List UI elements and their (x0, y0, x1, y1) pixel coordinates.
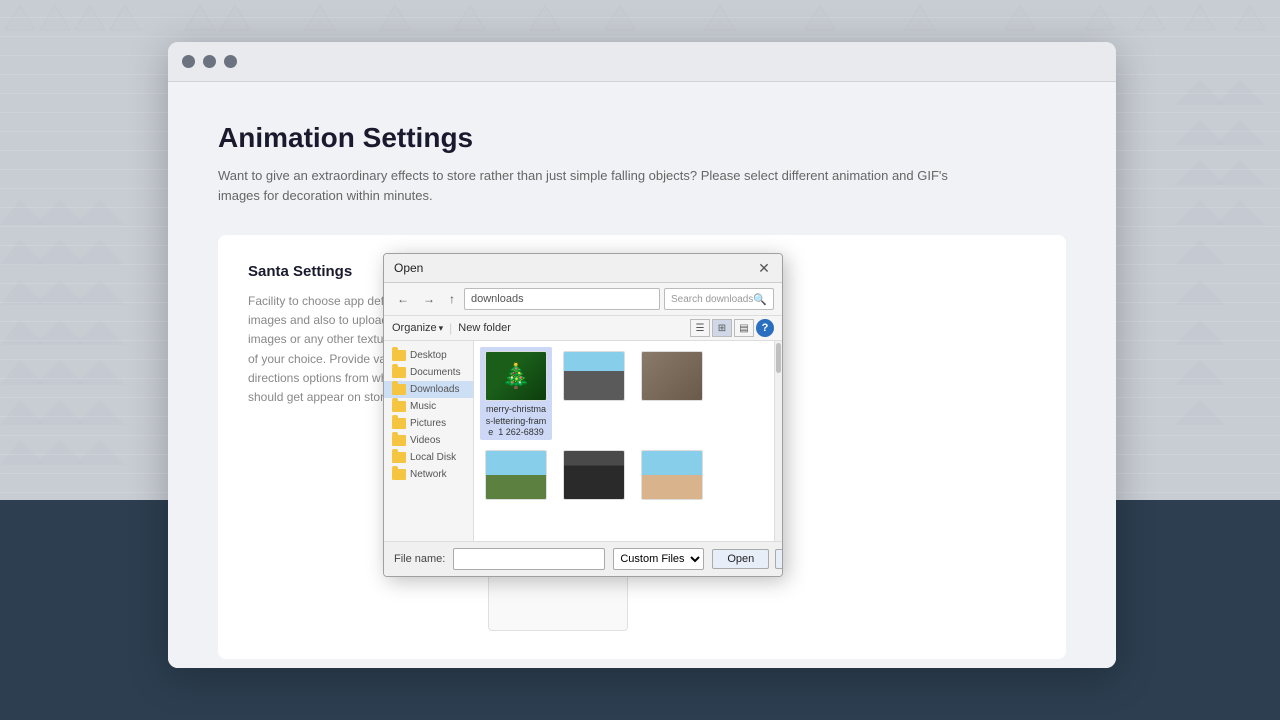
open-button[interactable]: Open (712, 549, 769, 569)
left-panel: Animation Settings Want to give an extra… (168, 82, 1116, 668)
search-icon: 🔍 (753, 293, 767, 306)
search-placeholder: Search downloads (671, 294, 753, 305)
nav-item-desktop[interactable]: Desktop (384, 347, 473, 364)
title-bar (168, 42, 1116, 82)
dialog-close-button[interactable]: ✕ (756, 260, 772, 276)
scrollbar-track[interactable] (774, 341, 782, 541)
folder-icon (392, 367, 406, 378)
window-dot-2 (203, 55, 216, 68)
file-item-photo3[interactable] (636, 347, 708, 440)
page-description: Want to give an extraordinary effects to… (218, 166, 958, 205)
new-folder-button[interactable]: New folder (458, 322, 511, 334)
file-thumb-photo3 (641, 351, 703, 401)
filetype-select[interactable]: Custom Files (613, 548, 704, 570)
filename-label: File name: (394, 553, 445, 565)
photo4-thumbnail (486, 451, 546, 499)
organize-button[interactable]: Organize (392, 322, 443, 334)
file-thumb-photo6 (641, 450, 703, 500)
content-area: Animation Settings Want to give an extra… (168, 82, 1116, 668)
file-thumb-christmas (485, 351, 547, 401)
folder-icon (392, 350, 406, 361)
file-thumb-photo4 (485, 450, 547, 500)
search-box[interactable]: Search downloads 🔍 (664, 288, 774, 310)
nav-item-pictures[interactable]: Pictures (384, 415, 473, 432)
view-buttons: ☰ ⊞ ▤ ? (690, 319, 774, 337)
nav-item-documents[interactable]: Documents (384, 364, 473, 381)
nav-item-downloads[interactable]: Downloads (384, 381, 473, 398)
folder-icon (392, 435, 406, 446)
view-grid-button[interactable]: ⊞ (712, 319, 732, 337)
address-bar[interactable]: downloads (464, 288, 660, 310)
window-dot-3 (224, 55, 237, 68)
file-item-photo6[interactable] (636, 446, 708, 507)
footer-buttons: Open Cancel (712, 549, 783, 569)
dialog-titlebar: Open ✕ (384, 254, 782, 283)
up-button[interactable]: ↑ (444, 289, 460, 309)
dialog-nav-toolbar: ← → ↑ downloads Search downloads 🔍 (384, 283, 782, 316)
file-thumb-car (563, 351, 625, 401)
dialog-title: Open (394, 261, 423, 275)
folder-icon (392, 452, 406, 463)
page-title: Animation Settings (218, 122, 1066, 154)
file-dialog: Open ✕ ← → ↑ downloads Sear (383, 253, 783, 577)
files-panel: merry-christmas-lettering-frame_1 262-68… (474, 341, 774, 541)
help-button[interactable]: ? (756, 319, 774, 337)
car-thumbnail (564, 352, 624, 400)
filename-input[interactable] (453, 548, 605, 570)
view-detail-button[interactable]: ▤ (734, 319, 754, 337)
file-name-christmas: merry-christmas-lettering-frame_1 262-68… (484, 404, 548, 436)
nav-item-videos[interactable]: Videos (384, 432, 473, 449)
photo3-thumbnail (642, 352, 702, 400)
folder-icon (392, 401, 406, 412)
nav-item-network[interactable]: Network (384, 466, 473, 483)
scrollbar-thumb[interactable] (776, 343, 781, 373)
dialog-organize-toolbar: Organize | New folder ☰ ⊞ ▤ ? (384, 316, 782, 341)
nav-item-local[interactable]: Local Disk (384, 449, 473, 466)
cancel-button[interactable]: Cancel (775, 549, 783, 569)
christmas-thumbnail (486, 352, 546, 400)
file-item-photo4[interactable] (480, 446, 552, 507)
back-button[interactable]: ← (392, 289, 414, 309)
folder-icon (392, 418, 406, 429)
window-dot-1 (182, 55, 195, 68)
photo6-thumbnail (642, 451, 702, 499)
forward-button[interactable]: → (418, 289, 440, 309)
settings-panel: Santa Settings Facility to choose app de… (218, 235, 1066, 659)
nav-item-music[interactable]: Music (384, 398, 473, 415)
file-item-photo5[interactable] (558, 446, 630, 507)
dialog-body: Desktop Documents Downloads Music (384, 341, 782, 541)
file-item-christmas[interactable]: merry-christmas-lettering-frame_1 262-68… (480, 347, 552, 440)
view-list-button[interactable]: ☰ (690, 319, 710, 337)
file-item-car[interactable] (558, 347, 630, 440)
photo5-thumbnail (564, 451, 624, 499)
address-text: downloads (471, 293, 524, 305)
main-window: Animation Settings Want to give an extra… (168, 42, 1116, 668)
folder-icon (392, 469, 406, 480)
folder-icon (392, 384, 406, 395)
dialog-footer: File name: Custom Files Open Cancel (384, 541, 782, 576)
nav-panel: Desktop Documents Downloads Music (384, 341, 474, 541)
file-thumb-photo5 (563, 450, 625, 500)
